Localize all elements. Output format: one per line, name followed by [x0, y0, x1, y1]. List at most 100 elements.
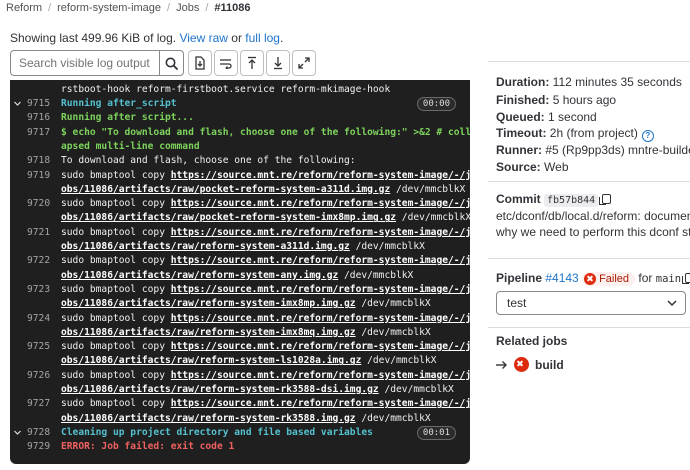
copy-icon[interactable]	[682, 273, 690, 284]
log-line-number[interactable]: 9727	[27, 397, 59, 411]
log-line: obs/11086/artifacts/raw/reform-system-ls…	[10, 354, 470, 368]
copy-icon[interactable]	[599, 194, 612, 205]
breadcrumb-jobs[interactable]: Jobs	[170, 2, 205, 14]
commit-message-line1: etc/dconf/db/local.d/reform: document	[496, 209, 690, 223]
search-button[interactable]	[159, 51, 183, 75]
log-line: obs/11086/artifacts/raw/pocket-reform-sy…	[10, 183, 470, 197]
divider	[488, 327, 690, 328]
collapse-chevron-icon[interactable]	[14, 101, 21, 107]
artifact-link[interactable]: https://source.mnt.re/reform/reform-syst…	[171, 370, 470, 381]
divider	[488, 181, 690, 182]
job-duration: Duration: 112 minutes 35 seconds	[496, 75, 682, 89]
branch-name[interactable]: main	[656, 273, 681, 285]
log-text: obs/11086/artifacts/raw/reform-system-ls…	[61, 355, 437, 367]
log-line-number[interactable]: 9724	[27, 312, 59, 326]
log-line-number[interactable]: 9722	[27, 254, 59, 268]
scroll-top-button[interactable]	[240, 50, 264, 76]
log-line: 9715 Running after_script 00:00	[10, 97, 470, 111]
log-line: apsed multi-line command	[10, 140, 470, 154]
log-text: sudo bmaptool copy https://source.mnt.re…	[61, 398, 470, 410]
stage-select[interactable]: test	[496, 291, 686, 315]
log-line: obs/11086/artifacts/raw/reform-system-a3…	[10, 240, 470, 254]
log-line-number[interactable]: 9725	[27, 340, 59, 354]
artifact-link[interactable]: obs/11086/artifacts/raw/reform-system-rk…	[61, 413, 356, 424]
artifact-link[interactable]: https://source.mnt.re/reform/reform-syst…	[171, 284, 470, 295]
search-icon	[165, 57, 178, 70]
wrap-lines-button[interactable]	[214, 50, 238, 76]
artifact-link[interactable]: obs/11086/artifacts/raw/pocket-reform-sy…	[61, 212, 396, 223]
log-text: sudo bmaptool copy https://source.mnt.re…	[61, 369, 470, 381]
pipeline-info: Pipeline #4143 Failed for main	[496, 271, 690, 286]
breadcrumb-project[interactable]: reform-system-image	[51, 2, 167, 14]
wrap-lines-icon	[220, 59, 232, 69]
log-text: To download and flash, choose one of the…	[61, 155, 356, 167]
view-raw-link[interactable]: View raw	[179, 31, 227, 45]
artifact-link[interactable]: obs/11086/artifacts/raw/pocket-reform-sy…	[61, 184, 390, 195]
log-line-number[interactable]: 9726	[27, 369, 59, 383]
search-input[interactable]	[11, 51, 159, 75]
scroll-bottom-button[interactable]	[266, 50, 290, 76]
log-line-number[interactable]: 9719	[27, 169, 59, 183]
artifact-link[interactable]: https://source.mnt.re/reform/reform-syst…	[171, 227, 470, 238]
log-line: 9720 sudo bmaptool copy https://source.mn…	[10, 197, 470, 211]
artifact-link[interactable]: obs/11086/artifacts/raw/reform-system-im…	[61, 327, 356, 338]
artifact-link[interactable]: https://source.mnt.re/reform/reform-syst…	[171, 398, 470, 409]
job-runner: Runner: #5 (Rp9pp3ds) mntre-builder	[496, 143, 690, 157]
log-line: 9724 sudo bmaptool copy https://source.mn…	[10, 312, 470, 326]
log-line: obs/11086/artifacts/raw/reform-system-rk…	[10, 412, 470, 426]
log-line-number[interactable]: 9718	[27, 154, 59, 168]
artifact-link[interactable]: obs/11086/artifacts/raw/reform-system-im…	[61, 298, 356, 309]
artifact-link[interactable]: https://source.mnt.re/reform/reform-syst…	[171, 170, 470, 181]
help-icon[interactable]: ?	[641, 130, 654, 142]
artifact-link[interactable]: https://source.mnt.re/reform/reform-syst…	[171, 255, 470, 266]
log-line-number[interactable]: 9723	[27, 283, 59, 297]
related-job-build[interactable]: build	[496, 357, 564, 372]
download-log-button[interactable]	[188, 50, 212, 76]
log-line-partial: rstboot-hook reform-firstboot.service re…	[10, 83, 470, 97]
log-line: obs/11086/artifacts/raw/pocket-reform-sy…	[10, 211, 470, 225]
log-text: obs/11086/artifacts/raw/pocket-reform-sy…	[61, 183, 466, 195]
breadcrumb: Reform / reform-system-image / Jobs / #1108…	[0, 0, 257, 16]
pipeline-status-badge[interactable]: Failed	[582, 271, 636, 286]
artifact-link[interactable]: obs/11086/artifacts/raw/reform-system-an…	[61, 270, 338, 281]
pipeline-link[interactable]: #4143	[545, 271, 578, 285]
fullscreen-button[interactable]	[292, 50, 316, 76]
log-line-number[interactable]: 9716	[27, 111, 59, 125]
commit-sha-link[interactable]: fb57b844	[544, 194, 599, 207]
log-line: 9729 ERROR: Job failed: exit code 1	[10, 440, 470, 454]
log-text: rstboot-hook reform-firstboot.service re…	[61, 84, 391, 95]
log-text: Running after_script	[61, 98, 177, 109]
log-text: $ echo "To download and flash, choose on…	[61, 126, 470, 138]
breadcrumb-reform[interactable]: Reform	[0, 2, 48, 14]
log-text: obs/11086/artifacts/raw/reform-system-im…	[61, 298, 431, 310]
log-line-number[interactable]: 9717	[27, 126, 59, 140]
breadcrumb-job-id[interactable]: #11086	[208, 2, 256, 14]
artifact-link[interactable]: obs/11086/artifacts/raw/reform-system-a3…	[61, 241, 350, 252]
artifact-link[interactable]: obs/11086/artifacts/raw/reform-system-ls…	[61, 355, 361, 366]
artifact-link[interactable]: obs/11086/artifacts/raw/reform-system-rk…	[61, 384, 379, 395]
log-line-number[interactable]: 9728	[27, 426, 59, 440]
failed-status-icon	[584, 272, 597, 285]
arrow-right-icon	[496, 360, 507, 369]
full-log-link[interactable]: full log	[245, 31, 280, 45]
log-line-number[interactable]: 9721	[27, 226, 59, 240]
log-size-notice: Showing last 499.96 KiB of log. View raw…	[10, 31, 283, 45]
log-line: obs/11086/artifacts/raw/reform-system-an…	[10, 269, 470, 283]
collapse-chevron-icon[interactable]	[14, 430, 21, 436]
log-text: apsed multi-line command	[61, 140, 200, 152]
artifact-link[interactable]: https://source.mnt.re/reform/reform-syst…	[171, 198, 470, 209]
job-timeout: Timeout: 2h (from project)?	[496, 126, 654, 142]
or-text: or	[231, 31, 242, 45]
log-line-number[interactable]: 9720	[27, 197, 59, 211]
log-line-number[interactable]: 9715	[27, 97, 59, 111]
job-finished: Finished: 5 hours ago	[496, 93, 617, 107]
artifact-link[interactable]: https://source.mnt.re/reform/reform-syst…	[171, 341, 470, 352]
job-queued: Queued: 1 second	[496, 110, 597, 124]
log-line: obs/11086/artifacts/raw/reform-system-im…	[10, 326, 470, 340]
related-jobs-heading: Related jobs	[496, 334, 568, 348]
log-text: obs/11086/artifacts/raw/reform-system-im…	[61, 326, 431, 338]
log-line-number[interactable]: 9729	[27, 440, 59, 454]
log-text: obs/11086/artifacts/raw/pocket-reform-sy…	[61, 212, 470, 224]
log-text: sudo bmaptool copy https://source.mnt.re…	[61, 226, 470, 238]
artifact-link[interactable]: https://source.mnt.re/reform/reform-syst…	[171, 313, 470, 324]
